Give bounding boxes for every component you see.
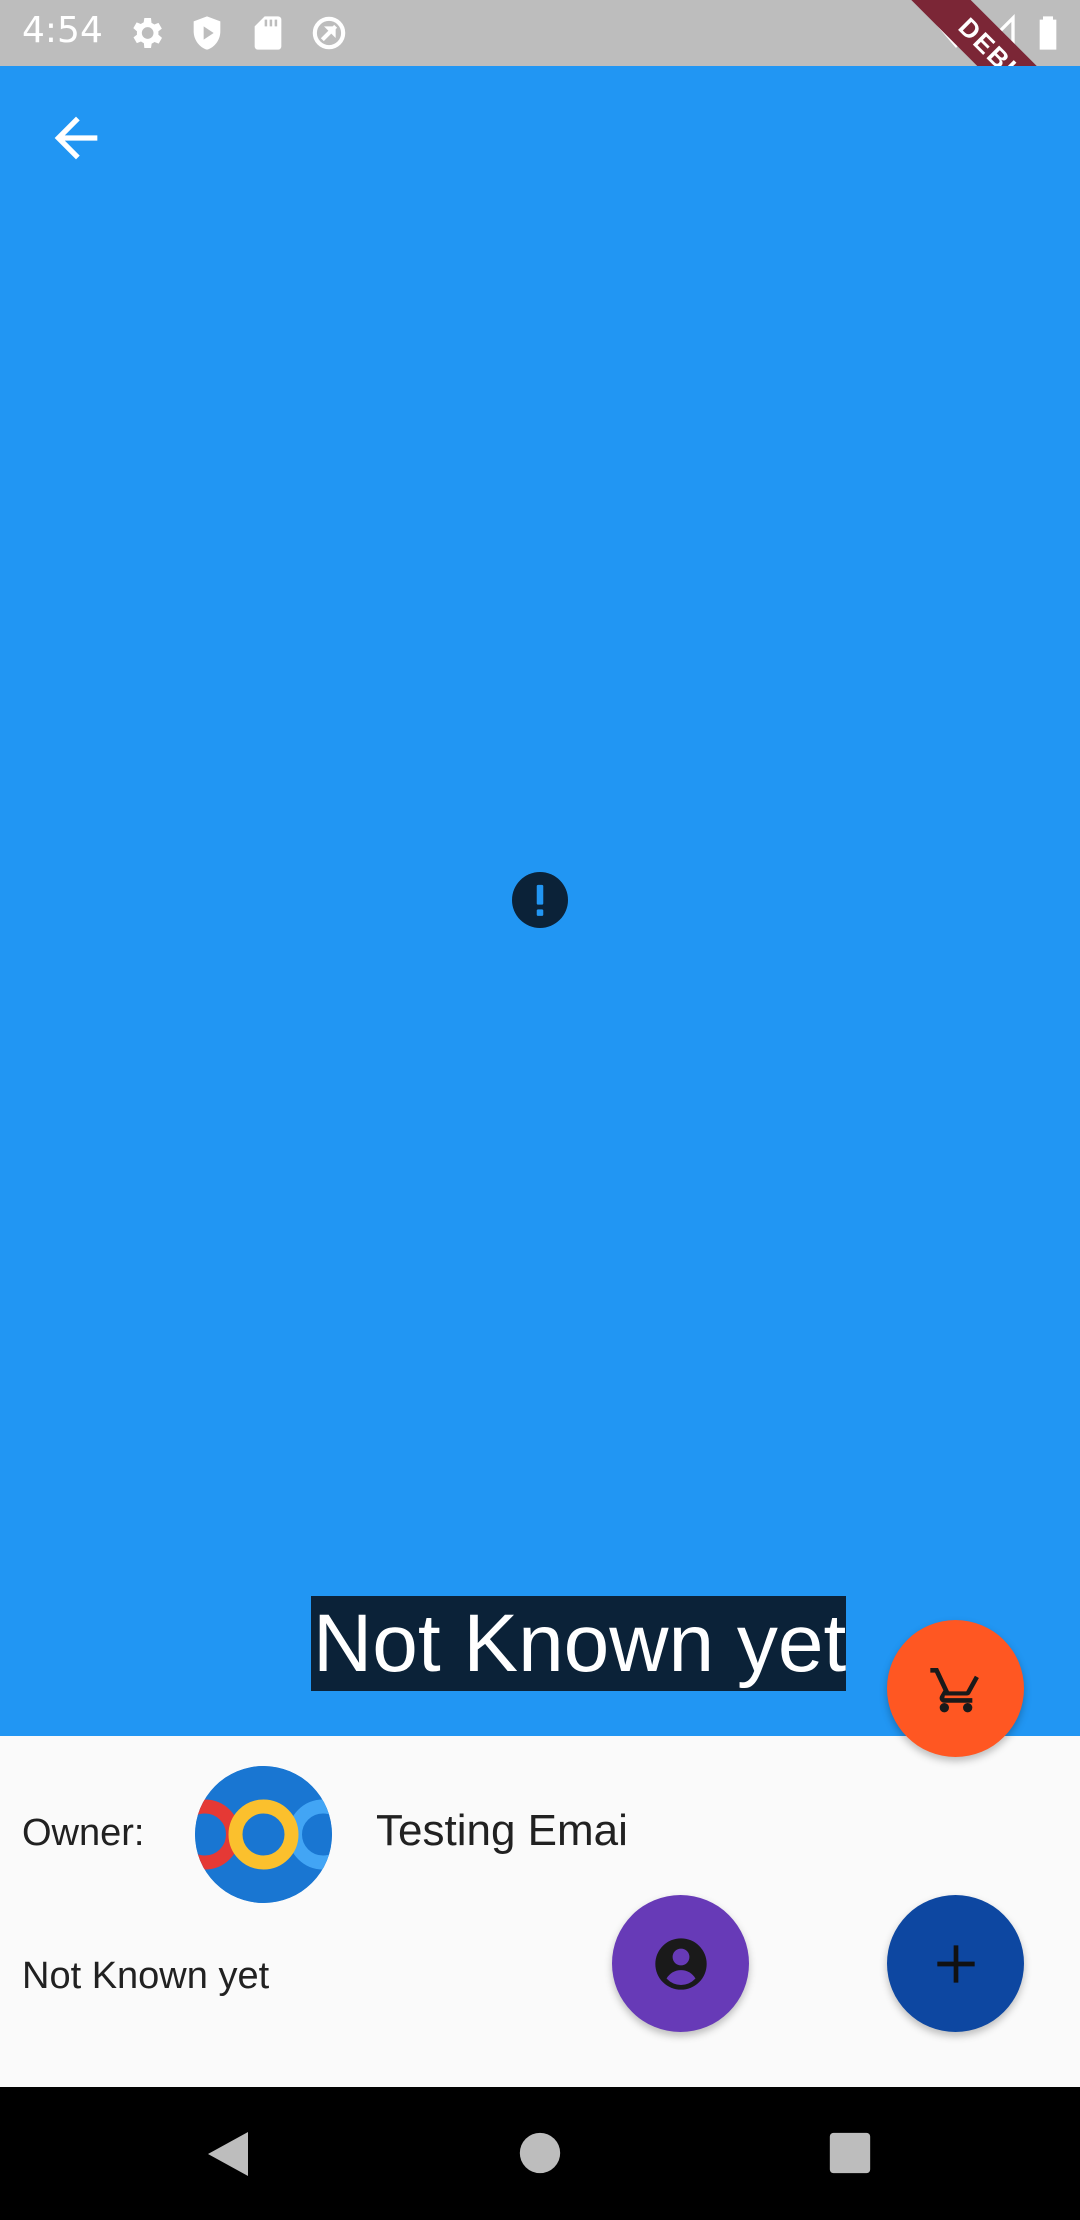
cart-icon: [929, 1667, 979, 1712]
add-button[interactable]: [887, 1895, 1024, 2032]
battery-icon: [1039, 16, 1057, 50]
account-circle-icon: [654, 1937, 707, 1990]
profile-button[interactable]: [612, 1895, 749, 2032]
owner-label: Owner:: [22, 1812, 145, 1854]
error-icon: [512, 872, 568, 928]
status-bar: 4:54 DEBUG: [0, 0, 1080, 180]
home-circle-icon[interactable]: [518, 2131, 562, 2175]
status-text: Not Known yet: [22, 1955, 270, 1997]
add-icon: [936, 1944, 975, 1983]
owner-email: Testing Emai: [376, 1806, 628, 1855]
page-title: Not Known yet: [311, 1596, 847, 1691]
sd-card-icon: [254, 16, 282, 50]
status-time: 4:54: [22, 10, 103, 51]
settings-icon: [133, 18, 162, 48]
back-triangle-icon[interactable]: [204, 2128, 252, 2180]
arrow-back-icon[interactable]: [44, 106, 108, 170]
sync-icon: [312, 16, 346, 50]
avatar: [195, 1766, 332, 1903]
cart-button[interactable]: [887, 1620, 1024, 1757]
shield-icon: [193, 16, 221, 50]
recents-square-icon[interactable]: [828, 2131, 872, 2175]
